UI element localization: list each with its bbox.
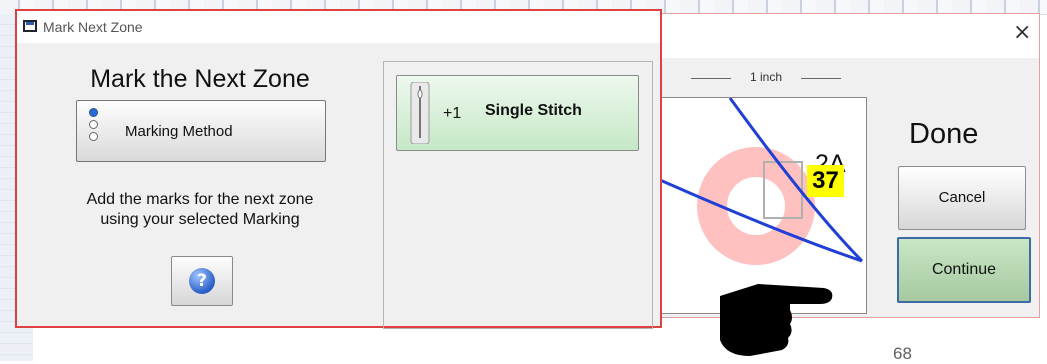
marking-method-button[interactable]: Marking Method [76, 100, 326, 162]
needle-icon [410, 82, 430, 144]
pointing-hand-icon [720, 284, 833, 356]
dialog-titlebar: Mark Next Zone [17, 11, 660, 43]
ruler-label: 1 inch [749, 70, 783, 84]
dialog-heading: Mark the Next Zone [90, 65, 310, 93]
stitch-count-prefix: +1 [443, 105, 462, 122]
close-icon[interactable]: × [1013, 22, 1031, 44]
single-stitch-button[interactable]: +1 Single Stitch [396, 75, 639, 151]
radio-option-2[interactable] [89, 120, 98, 129]
zone-number-badge: 37 [807, 165, 844, 197]
instructions-panel: Mark the Next Zone Marking Method Add th… [29, 51, 371, 321]
ruler-line-left [691, 78, 731, 79]
single-stitch-label: Single Stitch [485, 102, 582, 119]
mark-next-zone-dialog: Mark Next Zone Mark the Next Zone Markin… [15, 9, 662, 329]
help-icon: ? [189, 268, 215, 294]
marking-method-label: Marking Method [125, 123, 233, 140]
dialog-title: Mark Next Zone [43, 19, 143, 35]
help-button[interactable]: ? [171, 256, 233, 306]
window-icon [23, 20, 37, 32]
stitch-panel: +1 Single Stitch [383, 61, 653, 329]
done-label: Done [909, 118, 979, 150]
radio-option-3[interactable] [89, 132, 98, 141]
continue-button[interactable]: Continue [897, 237, 1031, 303]
cancel-button[interactable]: Cancel [898, 166, 1026, 230]
page-number: 68 [893, 344, 912, 363]
description-line-1: Add the marks for the next zone [86, 191, 314, 208]
done-dialog-titlebar [641, 14, 1039, 58]
scale-ruler: 1 inch [691, 70, 841, 86]
radio-option-1[interactable] [89, 108, 98, 117]
ruler-line-right [801, 78, 841, 79]
description-line-2: using your selected Marking [100, 211, 300, 228]
done-dialog: × 1 inch 2A 37 Done Cancel Continue [640, 13, 1040, 318]
